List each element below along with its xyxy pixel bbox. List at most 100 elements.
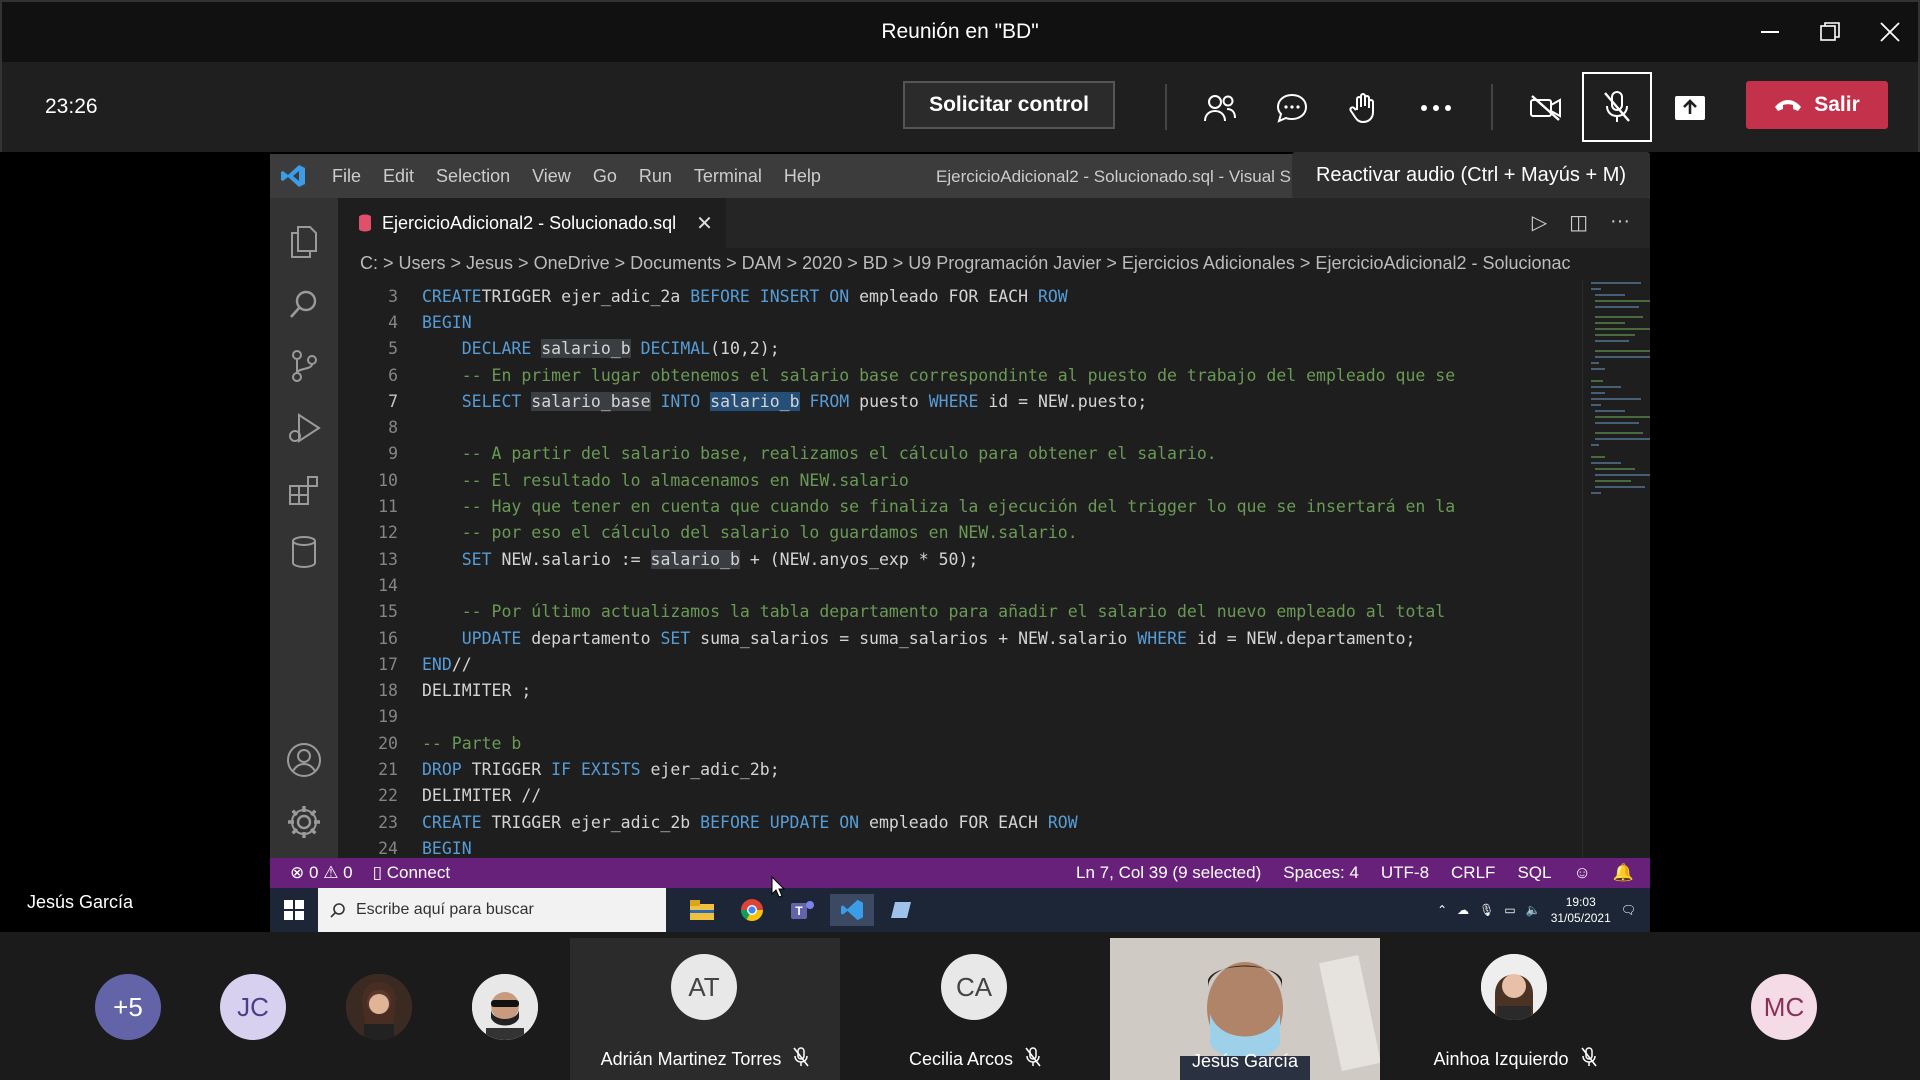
taskbar-clock[interactable]: 19:03 31/05/2021 <box>1551 894 1611 926</box>
code-line[interactable]: 4 BEGIN <box>338 309 1582 335</box>
unmute-button[interactable] <box>1582 72 1652 142</box>
line-number: 22 <box>378 786 398 806</box>
taskbar-search-input[interactable]: Escribe aquí para buscar <box>318 888 666 932</box>
code-editor[interactable]: 3 CREATETRIGGER ejer_adic_2a BEFORE INSER… <box>338 280 1582 858</box>
shared-screen: File Edit Selection View Go Run Terminal Help E… <box>270 154 1650 932</box>
participant-tile[interactable]: Ainhoa Izquierdo <box>1380 938 1650 1080</box>
participant-tile[interactable]: CA Cecilia Arcos <box>840 938 1110 1080</box>
run-debug-icon[interactable] <box>284 408 324 448</box>
teams-icon[interactable]: T <box>780 894 824 926</box>
menu-help[interactable]: Help <box>784 166 821 187</box>
action-center-icon[interactable]: 🗨 <box>1621 903 1636 917</box>
accounts-icon[interactable] <box>284 740 324 780</box>
tray-network-icon[interactable]: ▭ <box>1504 903 1515 917</box>
menu-terminal[interactable]: Terminal <box>694 166 762 187</box>
code-line[interactable]: 20 -- Parte b <box>338 730 1582 756</box>
request-control-button[interactable]: Solicitar control <box>903 81 1115 129</box>
code-token: WHERE <box>1137 628 1187 648</box>
tray-mic-icon[interactable]: 🎙 <box>1479 903 1494 917</box>
code-line[interactable]: 3 CREATETRIGGER ejer_adic_2a BEFORE INSER… <box>338 283 1582 309</box>
encoding[interactable]: UTF-8 <box>1381 863 1429 883</box>
cursor-position[interactable]: Ln 7, Col 39 (9 selected) <box>1076 863 1261 883</box>
code-line[interactable]: 12 -- por eso el cálculo del salario lo … <box>338 520 1582 546</box>
indentation[interactable]: Spaces: 4 <box>1283 863 1359 883</box>
code-line[interactable]: 8 <box>338 415 1582 441</box>
close-button[interactable] <box>1870 12 1910 52</box>
source-control-icon[interactable] <box>284 346 324 386</box>
breadcrumb[interactable]: C: > Users > Jesus > OneDrive > Document… <box>338 248 1650 280</box>
raise-hand-icon[interactable] <box>1342 86 1386 130</box>
menu-run[interactable]: Run <box>639 166 672 187</box>
menu-view[interactable]: View <box>532 166 571 187</box>
participants-icon[interactable] <box>1198 86 1242 130</box>
run-file-icon[interactable]: ▷ <box>1532 210 1547 235</box>
explorer-icon[interactable] <box>284 222 324 262</box>
vscode-taskbar-icon[interactable] <box>830 894 874 926</box>
settings-gear-icon[interactable] <box>284 802 324 842</box>
problems-status[interactable]: ⊗ 0 ⚠ 0 <box>290 863 353 883</box>
file-explorer-icon[interactable] <box>680 894 724 926</box>
participant-video-tile[interactable]: Jesús García <box>1110 938 1380 1080</box>
code-line[interactable]: 19 <box>338 704 1582 730</box>
app-taskbar-icon[interactable] <box>880 894 924 926</box>
avatar[interactable]: MC <box>1751 974 1817 1040</box>
tray-volume-icon[interactable]: 🔈 <box>1526 903 1541 917</box>
participant-tile[interactable]: AT Adrián Martinez Torres <box>570 938 840 1080</box>
code-line[interactable]: 11 -- Hay que tener en cuenta que cuando… <box>338 493 1582 519</box>
tab-close-icon[interactable]: ✕ <box>696 211 713 236</box>
minimap[interactable] <box>1582 280 1650 858</box>
code-line[interactable]: 24 BEGIN <box>338 835 1582 858</box>
restore-button[interactable] <box>1810 12 1850 52</box>
extensions-icon[interactable] <box>284 470 324 510</box>
connect-status[interactable]: ▯ Connect <box>373 863 450 883</box>
more-participants-button[interactable]: +5 <box>95 974 161 1040</box>
camera-off-icon[interactable] <box>1524 86 1568 130</box>
menu-edit[interactable]: Edit <box>383 166 414 187</box>
avatar-photo[interactable] <box>472 974 538 1040</box>
language-mode[interactable]: SQL <box>1517 863 1551 883</box>
windows-start-icon[interactable] <box>284 900 304 920</box>
code-line[interactable]: 10 -- El resultado lo almacenamos en NEW… <box>338 467 1582 493</box>
code-line[interactable]: 7 SELECT salario_base INTO salario_b FRO… <box>338 388 1582 414</box>
code-line[interactable]: 23 CREATE TRIGGER ejer_adic_2b BEFORE UPD… <box>338 809 1582 835</box>
line-endings[interactable]: CRLF <box>1451 863 1495 883</box>
code-line[interactable]: 22 DELIMITER // <box>338 783 1582 809</box>
code-line[interactable]: 13 SET NEW.salario := salario_b + (NEW.a… <box>338 546 1582 572</box>
search-icon[interactable] <box>284 284 324 324</box>
avatar[interactable]: JC <box>220 974 286 1040</box>
code-line[interactable]: 18 DELIMITER ; <box>338 678 1582 704</box>
split-editor-icon[interactable]: ◫ <box>1569 210 1588 235</box>
code-line[interactable]: 15 -- Por último actualizamos la tabla d… <box>338 599 1582 625</box>
avatar-photo[interactable] <box>346 974 412 1040</box>
menu-selection[interactable]: Selection <box>436 166 510 187</box>
notifications-bell-icon[interactable]: 🔔 <box>1613 863 1634 883</box>
more-actions-icon[interactable]: ··· <box>1610 210 1630 235</box>
chat-icon[interactable] <box>1270 86 1314 130</box>
code-line[interactable]: 6 -- En primer lugar obtenemos el salari… <box>338 362 1582 388</box>
code-line[interactable]: 17 END// <box>338 651 1582 677</box>
vscode-logo-icon <box>280 164 306 188</box>
leave-button[interactable]: Salir <box>1746 81 1888 129</box>
code-line[interactable]: 21 DROP TRIGGER IF EXISTS ejer_adic_2b; <box>338 756 1582 782</box>
database-icon[interactable] <box>284 532 324 572</box>
chrome-icon[interactable] <box>730 894 774 926</box>
menu-file[interactable]: File <box>332 166 361 187</box>
onedrive-icon[interactable]: ☁ <box>1457 903 1469 917</box>
line-number: 16 <box>378 628 398 648</box>
feedback-icon[interactable]: ☺ <box>1573 863 1590 883</box>
code-token: BEGIN <box>422 838 472 858</box>
code-line[interactable]: 5 DECLARE salario_b DECIMAL(10,2); <box>338 336 1582 362</box>
tray-chevron-icon[interactable]: ⌃ <box>1437 903 1447 917</box>
share-screen-icon[interactable] <box>1668 86 1712 130</box>
more-options-icon[interactable] <box>1414 86 1458 130</box>
code-line[interactable]: 9 -- A partir del salario base, realizam… <box>338 441 1582 467</box>
code-text: BEGIN <box>422 839 472 858</box>
menu-go[interactable]: Go <box>593 166 617 187</box>
code-line[interactable]: 16 UPDATE departamento SET suma_salarios… <box>338 625 1582 651</box>
minimize-button[interactable] <box>1750 12 1790 52</box>
code-line[interactable]: 14 <box>338 572 1582 598</box>
line-number: 4 <box>388 312 398 332</box>
tab-active-file[interactable]: EjercicioAdicional2 - Solucionado.sql ✕ <box>338 198 726 248</box>
